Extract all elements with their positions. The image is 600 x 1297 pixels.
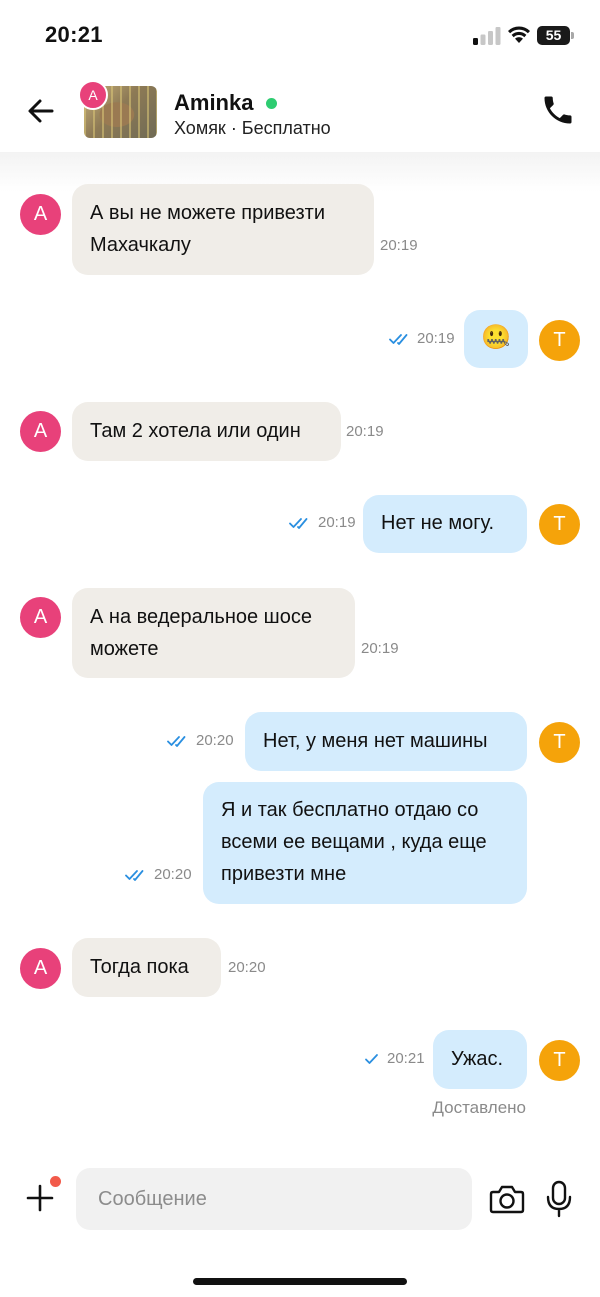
message-text: Я и так бесплатно отдаю со [221, 799, 479, 821]
back-arrow-icon[interactable] [24, 94, 58, 128]
my-avatar: T [539, 504, 580, 545]
sender-avatar: A [20, 411, 61, 452]
plus-icon[interactable] [24, 1182, 56, 1214]
home-indicator[interactable] [193, 1278, 407, 1285]
message-input[interactable] [76, 1168, 472, 1230]
message-text: всеми ее вещами , куда еще [221, 831, 487, 853]
message-bubble-incoming[interactable]: Тогда пока [72, 938, 221, 997]
chat-messages: A А вы не можете привезти Махачкалу 20:1… [0, 152, 600, 1148]
message-time: 20:19 [318, 514, 356, 531]
message-time: 20:20 [196, 732, 234, 749]
message-bubble-outgoing[interactable]: Я и так бесплатно отдаю со всеми ее веща… [203, 782, 527, 904]
status-bar: 20:21 55 [0, 0, 600, 72]
battery-icon: 55 [537, 26, 575, 45]
phone-icon[interactable] [540, 92, 576, 128]
double-check-icon [289, 518, 308, 529]
message-text: Там 2 хотела или один [90, 420, 301, 442]
message-text: А вы не можете привезти [90, 202, 325, 224]
message-time: 20:20 [154, 866, 192, 883]
message-time: 20:20 [228, 959, 266, 976]
message-emoji: 🤐 [481, 324, 511, 351]
status-time: 20:21 [45, 22, 103, 47]
my-avatar: T [539, 320, 580, 361]
contact-avatar: A [78, 80, 108, 110]
message-text: Тогда пока [90, 956, 189, 978]
message-bubble-incoming[interactable]: Там 2 хотела или один [72, 402, 341, 461]
message-time: 20:21 [387, 1050, 425, 1067]
single-check-icon [365, 1054, 378, 1064]
online-indicator [266, 98, 277, 109]
message-text: Махачкалу [90, 234, 191, 256]
microphone-icon[interactable] [546, 1180, 572, 1218]
listing-subtitle[interactable]: Хомяк · Бесплатно [174, 118, 331, 139]
message-text: А на ведеральное шосе [90, 606, 312, 628]
double-check-icon [389, 334, 408, 345]
message-text: Ужас. [451, 1048, 504, 1070]
message-bubble-outgoing[interactable]: Ужас. [433, 1030, 527, 1089]
message-time: 20:19 [346, 423, 384, 440]
message-time: 20:19 [361, 640, 399, 657]
signal-icon [473, 27, 501, 45]
message-text: можете [90, 638, 159, 660]
chat-header: A Aminka Хомяк · Бесплатно [0, 72, 600, 152]
battery-level: 55 [545, 27, 562, 43]
camera-icon[interactable] [489, 1183, 525, 1215]
message-bubble-incoming[interactable]: А на ведеральное шосе можете [72, 588, 355, 678]
message-bubble-outgoing[interactable]: 🤐 [464, 310, 528, 368]
sender-avatar: A [20, 194, 61, 235]
contact-name[interactable]: Aminka [174, 90, 253, 116]
message-bubble-outgoing[interactable]: Нет, у меня нет машины [245, 712, 527, 771]
message-text: привезти мне [221, 863, 347, 885]
double-check-icon [125, 870, 144, 881]
message-composer [0, 1148, 600, 1297]
sender-avatar: A [20, 948, 61, 989]
message-text: Нет, у меня нет машины [263, 730, 488, 752]
sender-avatar: A [20, 597, 61, 638]
wifi-icon [508, 26, 530, 43]
attachment-badge-dot [50, 1176, 61, 1187]
message-time: 20:19 [380, 237, 418, 254]
message-time: 20:19 [417, 330, 455, 347]
message-text: Нет не могу. [381, 512, 495, 534]
message-bubble-incoming[interactable]: А вы не можете привезти Махачкалу [72, 184, 374, 275]
double-check-icon [167, 736, 186, 747]
my-avatar: T [539, 722, 580, 763]
delivery-status: Доставлено [432, 1098, 526, 1117]
my-avatar: T [539, 1040, 580, 1081]
message-bubble-outgoing[interactable]: Нет не могу. [363, 495, 527, 553]
